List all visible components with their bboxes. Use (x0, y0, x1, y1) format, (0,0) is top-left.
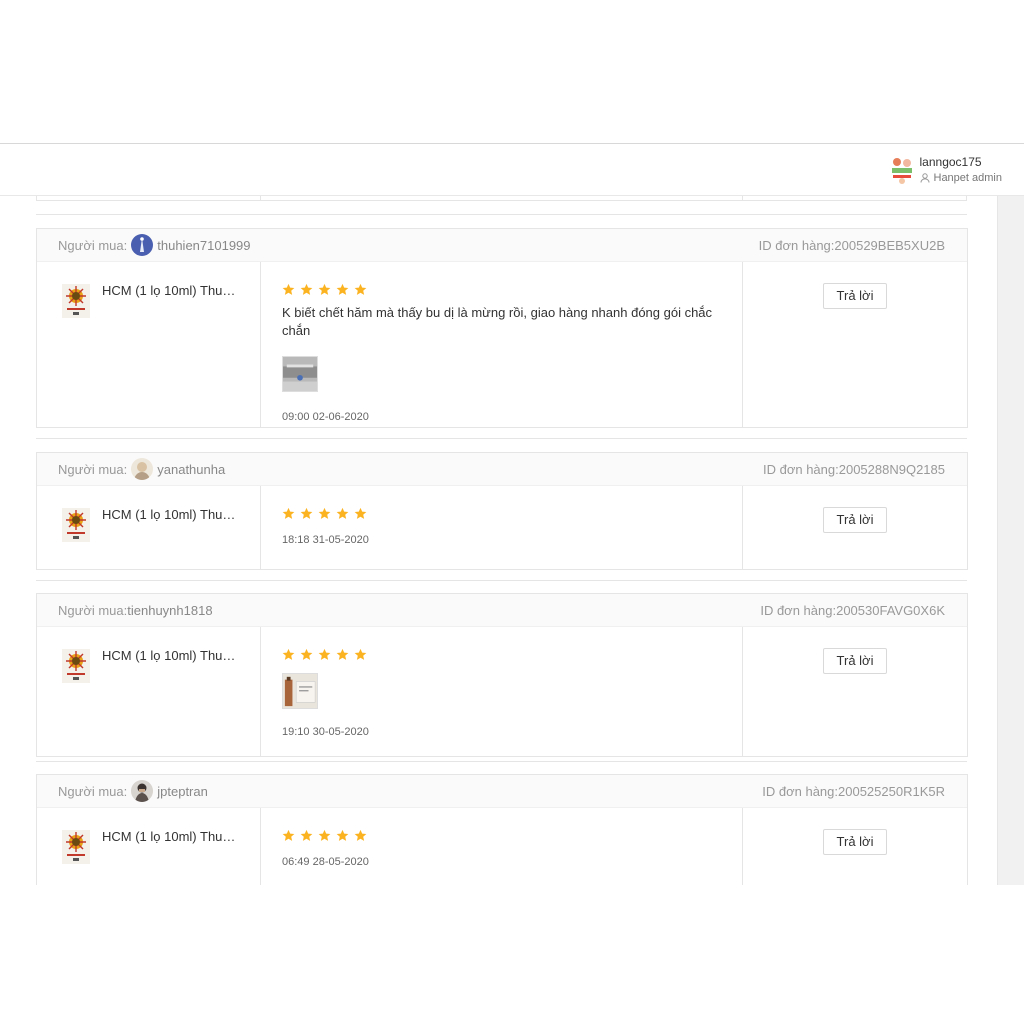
star-icon (282, 648, 295, 661)
divider (36, 580, 967, 581)
product-thumbnail (62, 649, 90, 683)
product-cell[interactable]: HCM (1 lọ 10ml) Thuốc nhỏ gáy (37, 486, 261, 569)
product-name[interactable]: HCM (1 lọ 10ml) Thuốc nhỏ gáy (102, 282, 242, 300)
user-menu[interactable]: lanngoc175 Hanpet admin (889, 154, 1003, 186)
divider (36, 761, 967, 762)
review-time: 18:18 31-05-2020 (282, 534, 369, 546)
buyer-name[interactable]: thuhien7101999 (157, 238, 250, 253)
product-name[interactable]: HCM (1 lọ 10ml) Thuốc nhỏ gáy (102, 828, 242, 846)
star-icon (354, 829, 367, 842)
top-header: lanngoc175 Hanpet admin (0, 144, 1024, 196)
star-rating (282, 828, 721, 842)
divider (36, 438, 967, 439)
star-icon (282, 283, 295, 296)
user-icon (920, 173, 929, 183)
product-thumbnail (62, 830, 90, 864)
review-time: 09:00 02-06-2020 (282, 411, 369, 423)
order-id-value[interactable]: 200525250R1K5R (838, 784, 945, 799)
buyer-name[interactable]: yanathunha (157, 462, 225, 477)
order-id-label: ID đơn hàng: (762, 783, 839, 799)
review-time: 19:10 30-05-2020 (282, 726, 369, 738)
divider (36, 214, 967, 215)
star-icon (318, 283, 331, 296)
star-icon (282, 507, 295, 520)
username: lanngoc175 (919, 155, 982, 169)
review-photo[interactable] (282, 673, 318, 709)
buyer-avatar[interactable] (131, 458, 154, 480)
review-content: 19:10 30-05-2020 (261, 627, 743, 756)
reply-button[interactable]: Trả lời (823, 829, 887, 855)
user-role: Hanpet admin (920, 170, 1003, 186)
review-time: 06:49 28-05-2020 (282, 856, 369, 868)
star-icon (354, 283, 367, 296)
star-icon (318, 648, 331, 661)
buyer-label: Người mua: (58, 783, 128, 799)
order-id: ID đơn hàng:200530FAVG0X6K (760, 603, 945, 618)
review-header: Người mua: tienhuynh1818 ID đơn hàng:2005… (37, 594, 967, 626)
star-icon (336, 829, 349, 842)
star-icon (336, 283, 349, 296)
product-cell[interactable]: HCM (1 lọ 10ml) Thuốc nhỏ gáy (37, 808, 261, 885)
buyer-name[interactable]: jpteptran (157, 784, 208, 799)
review-card: Người mua: yanathunha ID đơn hàng:200528… (36, 452, 968, 570)
star-icon (354, 648, 367, 661)
product-name[interactable]: HCM (1 lọ 10ml) Thuốc nhỏ gáy (102, 506, 242, 524)
buyer-label: Người mua: (58, 602, 128, 618)
review-header: Người mua: yanathunha ID đơn hàng:200528… (37, 453, 967, 485)
reply-button[interactable]: Trả lời (823, 507, 887, 533)
buyer-avatar[interactable] (131, 780, 154, 802)
star-icon (318, 829, 331, 842)
order-id: ID đơn hàng:200525250R1K5R (762, 784, 945, 799)
reply-button[interactable]: Trả lời (823, 648, 887, 674)
review-card: Người mua: tienhuynh1818 ID đơn hàng:2005… (36, 593, 968, 757)
order-id: ID đơn hàng:200529BEB5XU2B (759, 238, 945, 253)
order-id: ID đơn hàng:2005288N9Q2185 (763, 462, 945, 477)
star-icon (336, 507, 349, 520)
user-avatar (889, 155, 914, 185)
review-content: K biết chết hăm mà thấy bu dị là mừng rồ… (261, 262, 743, 427)
review-content: 18:18 31-05-2020 (261, 486, 743, 569)
review-photo[interactable] (282, 356, 318, 392)
star-icon (300, 507, 313, 520)
product-name[interactable]: HCM (1 lọ 10ml) Thuốc nhỏ gáy (102, 647, 242, 665)
reviews-panel: Người mua: thuhien7101999 ID đơn hàng:20… (0, 196, 997, 885)
product-cell[interactable]: HCM (1 lọ 10ml) Thuốc nhỏ gáy (37, 262, 261, 427)
order-id-label: ID đơn hàng: (762, 461, 839, 477)
star-icon (282, 829, 295, 842)
review-card: Người mua: thuhien7101999 ID đơn hàng:20… (36, 228, 968, 428)
review-header: Người mua: jpteptran ID đơn hàng:2005252… (37, 775, 967, 807)
review-header: Người mua: thuhien7101999 ID đơn hàng:20… (37, 229, 967, 261)
order-id-value[interactable]: 200530FAVG0X6K (836, 603, 945, 618)
viewport: lanngoc175 Hanpet admin Người mua: thuhi… (0, 143, 1024, 885)
buyer-avatar[interactable] (131, 234, 154, 256)
star-rating (282, 282, 721, 296)
product-thumbnail (62, 284, 90, 318)
star-rating (282, 647, 721, 661)
order-id-label: ID đơn hàng: (760, 602, 837, 618)
star-icon (354, 507, 367, 520)
buyer-label: Người mua: (58, 461, 128, 477)
review-card: Người mua: jpteptran ID đơn hàng:2005252… (36, 774, 968, 885)
order-id-value[interactable]: 200529BEB5XU2B (834, 238, 945, 253)
star-icon (300, 648, 313, 661)
star-icon (318, 507, 331, 520)
review-content: 06:49 28-05-2020 (261, 808, 743, 885)
role-label: Hanpet admin (933, 172, 1003, 184)
scrollbar[interactable] (997, 196, 1024, 885)
star-icon (300, 283, 313, 296)
order-id-value[interactable]: 2005288N9Q2185 (839, 462, 945, 477)
order-id-label: ID đơn hàng: (758, 237, 835, 253)
star-icon (336, 648, 349, 661)
buyer-label: Người mua: (58, 237, 128, 253)
buyer-name[interactable]: tienhuynh1818 (127, 603, 212, 618)
reply-button[interactable]: Trả lời (823, 283, 887, 309)
review-comment: K biết chết hăm mà thấy bu dị là mừng rồ… (282, 305, 713, 338)
product-cell[interactable]: HCM (1 lọ 10ml) Thuốc nhỏ gáy (37, 627, 261, 756)
star-icon (300, 829, 313, 842)
star-rating (282, 506, 721, 520)
product-thumbnail (62, 508, 90, 542)
previous-review-row (36, 196, 967, 201)
